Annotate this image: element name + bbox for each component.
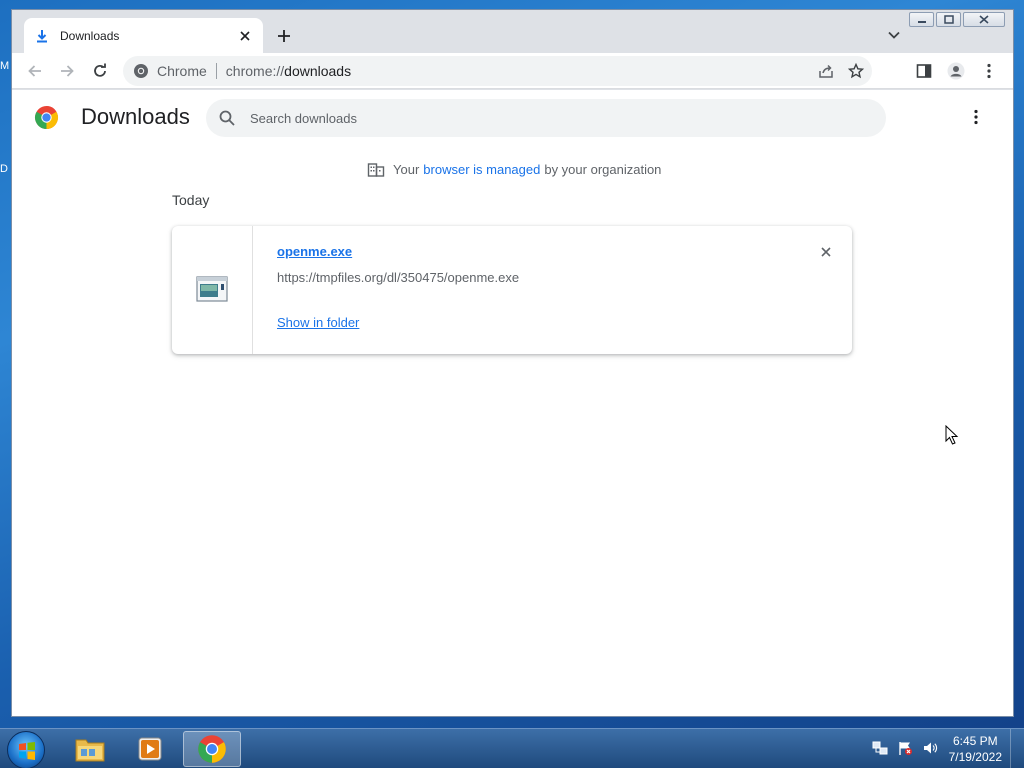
clock[interactable]: 6:45 PM 7/19/2022 xyxy=(949,733,1002,765)
show-in-folder-link[interactable]: Show in folder xyxy=(277,315,359,330)
file-name-link[interactable]: openme.exe xyxy=(277,244,352,259)
chrome-site-icon xyxy=(134,64,148,78)
chrome-logo-icon xyxy=(198,735,226,763)
downloads-header: Downloads xyxy=(12,90,1013,146)
taskbar: 6:45 PM 7/19/2022 xyxy=(0,728,1024,768)
date-section-label: Today xyxy=(172,192,210,208)
system-tray xyxy=(872,740,938,756)
reload-icon[interactable] xyxy=(91,62,109,80)
clock-date: 7/19/2022 xyxy=(948,750,1002,764)
clock-time: 6:45 PM xyxy=(952,734,998,748)
profile-avatar-icon[interactable] xyxy=(947,62,965,80)
side-panel-icon[interactable] xyxy=(915,62,933,80)
managed-prefix: Your xyxy=(393,161,420,177)
more-options-icon[interactable] xyxy=(967,108,985,126)
taskbar-explorer[interactable] xyxy=(61,731,119,767)
search-icon xyxy=(219,110,235,126)
mouse-cursor-icon xyxy=(945,425,959,445)
network-icon[interactable] xyxy=(872,740,888,756)
browser-menu-icon[interactable] xyxy=(980,62,998,80)
start-button[interactable] xyxy=(7,731,45,768)
taskbar-media-player[interactable] xyxy=(121,731,179,767)
taskbar-chrome[interactable] xyxy=(183,731,241,767)
chevron-down-icon[interactable] xyxy=(887,28,901,42)
windows-logo-icon xyxy=(19,742,35,760)
back-icon[interactable] xyxy=(26,62,44,80)
action-center-flag-icon[interactable] xyxy=(897,740,913,756)
volume-icon[interactable] xyxy=(922,740,938,756)
omnibox-actions xyxy=(818,63,864,79)
tab-close-icon[interactable] xyxy=(237,28,253,44)
building-icon xyxy=(367,163,385,177)
url-text: chrome://downloads xyxy=(226,63,351,79)
url-scheme: chrome:// xyxy=(225,63,285,79)
url-host: downloads xyxy=(284,63,352,79)
page-title: Downloads xyxy=(81,104,190,129)
file-icon-column xyxy=(172,226,253,354)
file-source-url: https://tmpfiles.org/dl/350475/openme.ex… xyxy=(277,270,520,285)
download-item: openme.exe https://tmpfiles.org/dl/35047… xyxy=(172,226,852,354)
tab-title: Downloads xyxy=(60,28,120,43)
forward-icon[interactable] xyxy=(58,62,76,80)
share-icon[interactable] xyxy=(818,63,834,79)
remove-download-icon[interactable] xyxy=(818,244,834,260)
new-tab-icon[interactable] xyxy=(274,26,294,46)
tab-downloads[interactable]: Downloads xyxy=(24,18,263,53)
bookmark-star-icon[interactable] xyxy=(848,63,864,79)
chrome-window: Downloads Chrome chrome://downloads Down… xyxy=(11,9,1014,717)
search-bar xyxy=(206,99,886,137)
tab-strip: Downloads xyxy=(12,10,1013,53)
browser-toolbar: Chrome chrome://downloads xyxy=(12,53,1013,89)
managed-link[interactable]: browser is managed xyxy=(423,162,540,177)
download-icon xyxy=(37,29,47,42)
omnibox-divider xyxy=(215,63,217,79)
chrome-logo-icon xyxy=(35,106,58,129)
media-player-icon xyxy=(138,737,162,761)
downloads-page: Downloads Search downloads Your browser … xyxy=(12,90,1013,716)
managed-suffix: by your organization xyxy=(544,161,662,177)
address-bar[interactable]: Chrome chrome://downloads xyxy=(123,56,872,86)
show-desktop-button[interactable] xyxy=(1010,729,1024,768)
search-input[interactable] xyxy=(250,110,850,126)
omnibox-site-label: Chrome xyxy=(157,63,207,79)
executable-file-icon xyxy=(196,276,228,302)
managed-notice: Your browser is managed by your organiza… xyxy=(367,160,661,178)
folder-icon xyxy=(75,739,105,762)
